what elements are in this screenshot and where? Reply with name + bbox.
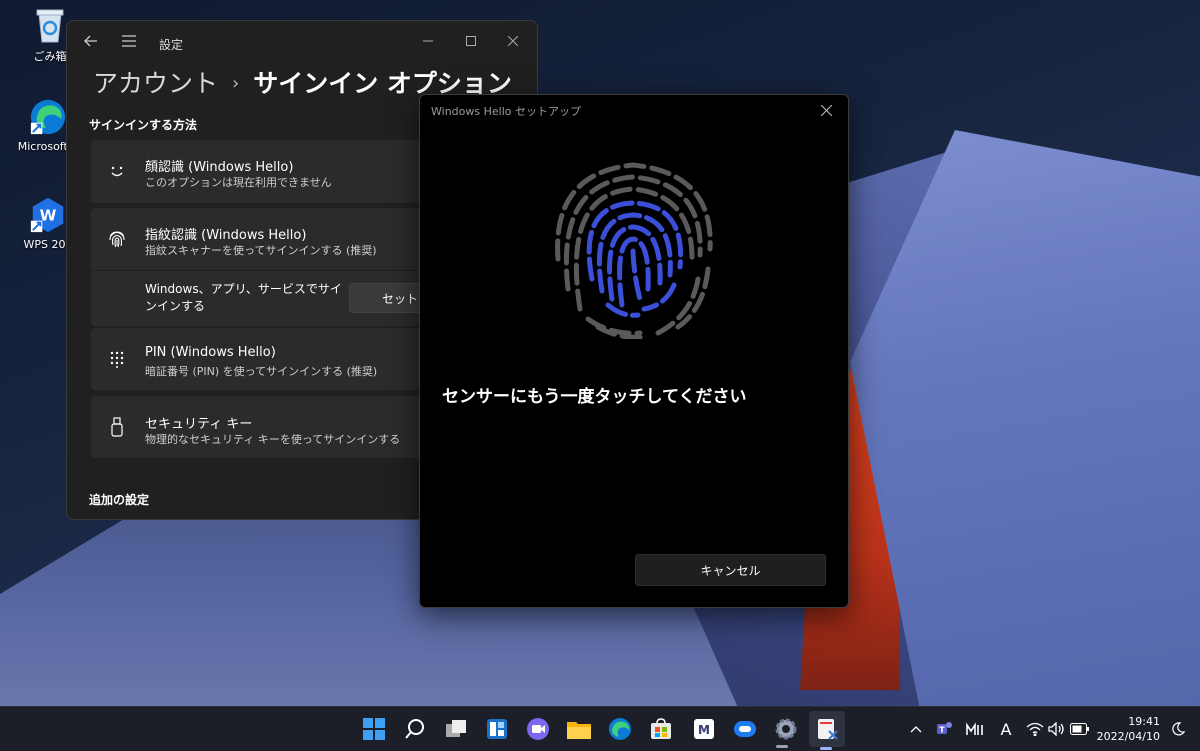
minimize-icon[interactable] bbox=[412, 27, 444, 55]
usb-key-icon bbox=[107, 417, 127, 437]
windows-hello-dialog: Windows Hello セットアップ センサーにもう一度タッチしてください … bbox=[419, 94, 849, 608]
back-arrow-icon[interactable] bbox=[75, 27, 107, 55]
window-title: 設定 bbox=[159, 38, 184, 52]
dialog-message: センサーにもう一度タッチしてください bbox=[442, 387, 747, 407]
dialog-close-icon[interactable] bbox=[812, 98, 840, 122]
snipping-tool-icon[interactable] bbox=[813, 715, 841, 743]
hamburger-menu-icon[interactable] bbox=[113, 27, 145, 55]
section-title-signin: サインインする方法 bbox=[89, 118, 198, 132]
moon-icon[interactable] bbox=[1168, 719, 1188, 739]
cancel-button[interactable]: キャンセル bbox=[635, 554, 826, 586]
chevron-up-icon[interactable] bbox=[906, 719, 926, 739]
teams-chat-icon[interactable] bbox=[524, 715, 552, 743]
start-windows-icon[interactable] bbox=[360, 715, 388, 743]
fingerprint-progress-icon bbox=[548, 159, 718, 343]
option-subtitle: 指紋スキャナーを使ってサインインする (推奨) bbox=[145, 244, 377, 257]
fingerprint-setup-text: Windows、アプリ、サービスでサインインする bbox=[145, 282, 342, 313]
widgets-icon[interactable] bbox=[483, 715, 511, 743]
running-indicator bbox=[776, 745, 788, 748]
mail-app-icon[interactable]: M bbox=[690, 715, 718, 743]
task-view-icon[interactable] bbox=[442, 715, 470, 743]
svg-text:T: T bbox=[939, 726, 945, 735]
clock[interactable]: 19:41 2022/04/10 bbox=[1097, 714, 1160, 744]
edge-browser-icon[interactable] bbox=[606, 715, 634, 743]
clock-time: 19:41 bbox=[1128, 715, 1160, 728]
option-subtitle: 物理的なセキュリティ キーを使ってサインインする bbox=[145, 433, 401, 446]
recycle-bin-icon bbox=[31, 6, 69, 44]
close-icon[interactable] bbox=[497, 27, 529, 55]
file-explorer-icon[interactable] bbox=[565, 715, 593, 743]
battery-icon[interactable] bbox=[1070, 719, 1090, 739]
wps-icon: W bbox=[29, 196, 67, 234]
settings-titlebar: 設定 bbox=[67, 21, 537, 65]
ime-indicator[interactable]: A bbox=[996, 719, 1016, 739]
wifi-icon[interactable] bbox=[1025, 719, 1045, 739]
dialog-title: Windows Hello セットアップ bbox=[431, 105, 581, 118]
meter-tray-icon[interactable] bbox=[965, 719, 985, 739]
svg-text:M: M bbox=[698, 723, 710, 737]
taskbar: M T A 19:41 2022/04/10 bbox=[0, 706, 1200, 751]
face-smile-icon bbox=[107, 161, 127, 181]
chevron-right-icon: › bbox=[232, 73, 240, 94]
option-subtitle: 暗証番号 (PIN) を使ってサインインする (推奨) bbox=[145, 365, 378, 378]
settings-gear-icon[interactable] bbox=[772, 715, 800, 743]
option-title: 顔認識 (Windows Hello) bbox=[145, 160, 294, 175]
option-title: セキュリティ キー bbox=[145, 417, 253, 432]
section-title-additional: 追加の設定 bbox=[89, 493, 150, 507]
store-icon[interactable] bbox=[647, 715, 675, 743]
edge-icon bbox=[29, 98, 67, 136]
search-icon[interactable] bbox=[401, 715, 429, 743]
option-title: PIN (Windows Hello) bbox=[145, 345, 276, 360]
clock-date: 2022/04/10 bbox=[1096, 730, 1160, 743]
maximize-icon[interactable] bbox=[455, 27, 487, 55]
fingerprint-icon bbox=[107, 229, 127, 249]
volume-icon[interactable] bbox=[1047, 719, 1067, 739]
breadcrumb-parent[interactable]: アカウント bbox=[93, 69, 218, 98]
keypad-icon bbox=[107, 349, 127, 369]
option-subtitle: このオプションは現在利用できません bbox=[145, 176, 332, 189]
option-title: 指紋認識 (Windows Hello) bbox=[145, 228, 307, 243]
cloud-app-icon[interactable] bbox=[731, 715, 759, 743]
teams-tray-icon[interactable]: T bbox=[934, 719, 954, 739]
